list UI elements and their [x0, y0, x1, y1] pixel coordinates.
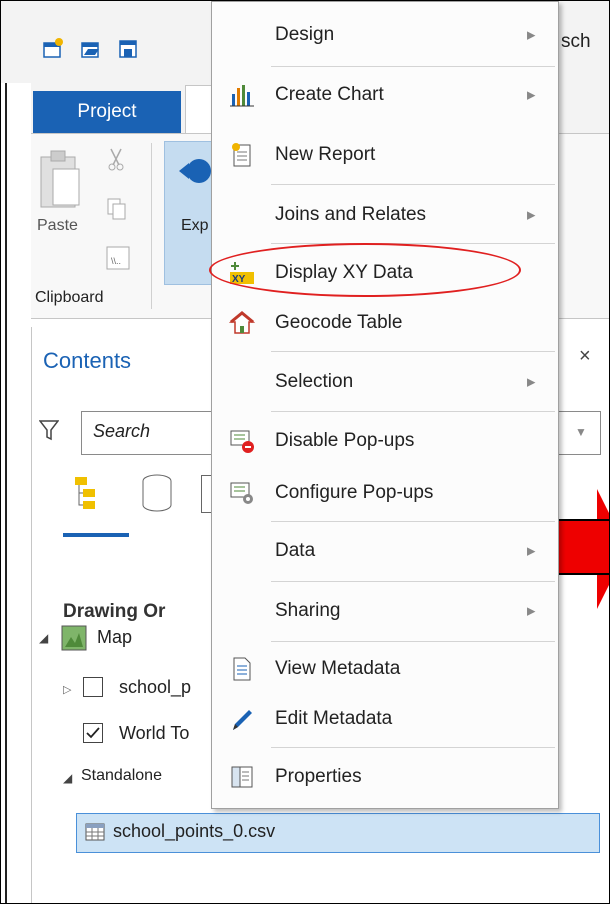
view-metadata-icon: [233, 657, 251, 681]
menu-item-selection[interactable]: Selection ▶: [211, 352, 557, 412]
bar-chart-icon: [230, 85, 254, 107]
file-title: sch: [561, 31, 591, 52]
open-project-icon[interactable]: [79, 37, 103, 61]
cut-icon[interactable]: [105, 147, 129, 171]
collapse-standalone-icon[interactable]: ◢: [63, 771, 72, 785]
drawing-order-heading: Drawing Or: [63, 601, 166, 622]
layer1-checkbox[interactable]: [83, 677, 103, 697]
check-icon: [86, 727, 100, 739]
ribbon-separator: [151, 143, 152, 309]
contents-title: Contents: [43, 348, 132, 373]
submenu-arrow-icon: ▶: [527, 545, 536, 558]
explore-label[interactable]: Exp: [181, 217, 209, 235]
tab-project[interactable]: Project: [33, 91, 181, 133]
configure-popups-icon: [230, 482, 253, 504]
filter-icon[interactable]: [39, 419, 59, 441]
search-placeholder: Search: [93, 421, 151, 441]
layer2-checkbox[interactable]: [83, 723, 103, 743]
new-project-icon[interactable]: [41, 37, 65, 61]
close-icon[interactable]: ×: [579, 345, 591, 368]
paste-icon[interactable]: [39, 149, 81, 211]
menu-item-configure-popups[interactable]: Configure Pop-ups: [211, 463, 557, 523]
submenu-arrow-icon: ▶: [527, 376, 536, 389]
data-source-view-icon[interactable]: [139, 473, 175, 513]
save-project-icon[interactable]: [117, 37, 141, 61]
menu-item-disable-popups[interactable]: Disable Pop-ups: [211, 411, 557, 471]
map-label[interactable]: Map: [97, 627, 132, 648]
report-icon: [232, 143, 251, 167]
menu-item-sharing[interactable]: Sharing ▶: [211, 581, 557, 641]
layer2-label[interactable]: World To: [119, 723, 189, 744]
drawing-order-view-icon[interactable]: [73, 475, 103, 511]
geocode-icon: [229, 311, 255, 334]
submenu-arrow-icon: ▶: [527, 89, 536, 102]
menu-item-properties[interactable]: Properties: [211, 747, 557, 807]
menu-item-edit-metadata[interactable]: Edit Metadata: [211, 689, 557, 749]
menu-item-design[interactable]: Design ▶: [211, 5, 557, 65]
csv-table-label[interactable]: school_points_0.csv: [113, 821, 275, 842]
standalone-tables-heading: Standalone: [81, 767, 162, 784]
menu-item-new-report[interactable]: New Report: [211, 125, 557, 185]
table-icon: [85, 823, 105, 841]
menu-item-geocode-table[interactable]: Geocode Table: [211, 293, 557, 353]
left-edge: [1, 83, 31, 903]
collapse-map-icon[interactable]: ◢: [39, 631, 48, 645]
edit-metadata-icon: [233, 710, 252, 730]
active-view-underline: [63, 533, 129, 537]
expand-layer-icon[interactable]: ▷: [63, 683, 71, 696]
svg-text:\\..: \\..: [111, 256, 121, 266]
layer1-label[interactable]: school_p: [119, 677, 191, 698]
explore-icon: [179, 159, 211, 183]
copy-icon[interactable]: [105, 197, 129, 221]
menu-item-create-chart[interactable]: Create Chart ▶: [211, 65, 557, 125]
copy-path-icon[interactable]: \\..: [105, 245, 131, 271]
highlight-ellipse: [209, 243, 521, 297]
submenu-arrow-icon: ▶: [527, 209, 536, 222]
disable-popups-icon: [230, 430, 254, 453]
app-window: sch Project Paste \\.. Exp Clipboard Con…: [0, 0, 610, 904]
menu-item-joins-and-relates[interactable]: Joins and Relates ▶: [211, 185, 557, 245]
map-icon: [61, 625, 87, 651]
paste-label[interactable]: Paste: [37, 217, 78, 235]
menu-item-data[interactable]: Data ▶: [211, 521, 557, 581]
submenu-arrow-icon: ▶: [527, 29, 536, 42]
submenu-arrow-icon: ▶: [527, 605, 536, 618]
search-dropdown-icon[interactable]: ▼: [575, 425, 587, 439]
clipboard-group-label: Clipboard: [35, 289, 104, 306]
properties-icon: [231, 766, 253, 788]
